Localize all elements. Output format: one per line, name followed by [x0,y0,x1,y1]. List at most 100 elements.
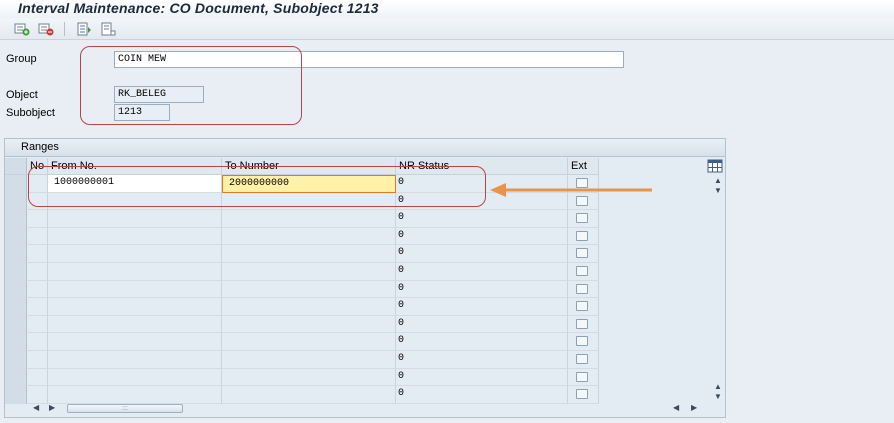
scroll-thumb[interactable]: ::: [67,404,183,413]
cell-to-number[interactable] [222,263,396,281]
cell-from-number[interactable] [48,280,222,299]
cell-from-number[interactable] [48,298,222,316]
cell-no[interactable] [27,263,48,281]
table-row: 0 [5,210,599,228]
toolbar-separator [64,22,65,36]
cell-ext [568,280,599,299]
row-selector[interactable] [5,351,27,369]
window-title: Interval Maintenance: CO Document, Subob… [18,0,379,16]
row-selector[interactable] [5,210,27,228]
table-row: 0 [5,315,599,334]
row-selector[interactable] [5,386,27,404]
row-selector[interactable] [5,245,27,263]
ext-checkbox[interactable] [576,230,588,241]
cell-from-number[interactable] [48,245,222,263]
cell-no[interactable] [27,368,48,387]
vertical-scrollbar[interactable]: ▲ ▼ ▲ ▼ [711,159,725,401]
cell-from-number[interactable] [48,368,222,387]
cell-nr-status: 0 [396,245,568,263]
cell-nr-status: 0 [396,315,568,334]
cell-from-number[interactable] [48,315,222,334]
select-all-column[interactable] [5,158,27,175]
ext-checkbox[interactable] [576,213,588,224]
insert-interval-icon[interactable] [14,22,30,36]
ext-checkbox[interactable] [576,266,588,276]
cell-ext [568,368,599,387]
scroll-page-up-icon[interactable]: ▲ [714,383,722,391]
cell-ext [568,245,599,263]
row-selector[interactable] [5,280,27,299]
ext-checkbox[interactable] [576,301,588,312]
cell-ext [568,351,599,369]
row-selector[interactable] [5,315,27,334]
column-header-ext[interactable]: Ext [568,158,599,175]
cell-nr-status: 0 [396,210,568,228]
cell-to-number[interactable] [222,227,396,246]
cell-to-number[interactable] [222,333,396,351]
scroll-up-icon[interactable]: ▲ [714,177,722,185]
cell-ext [568,263,599,281]
cell-no[interactable] [27,245,48,263]
table-row: 0 [5,280,599,299]
cell-from-number[interactable] [48,263,222,281]
scroll-right-icon[interactable]: ▶ [49,404,55,412]
cell-ext [568,333,599,351]
cell-no[interactable] [27,315,48,334]
object-label: Object [6,89,38,101]
ext-checkbox[interactable] [576,336,588,347]
cell-from-number[interactable] [48,210,222,228]
cell-to-number[interactable] [222,210,396,228]
scroll-down-icon[interactable]: ▼ [714,187,722,195]
ext-checkbox[interactable] [576,248,588,259]
cell-no[interactable] [27,298,48,316]
ranges-header: Ranges [5,139,725,157]
ext-checkbox[interactable] [576,354,588,364]
scroll-end-right-icon[interactable]: ▶ [691,404,697,412]
cell-ext [568,298,599,316]
row-selector[interactable] [5,298,27,316]
cell-no[interactable] [27,210,48,228]
cell-from-number[interactable] [48,351,222,369]
table-row: 0 [5,227,599,246]
table-row: 0 [5,298,599,316]
cell-no[interactable] [27,333,48,351]
ext-checkbox[interactable] [576,283,588,294]
status-change-icon[interactable] [76,22,92,36]
cell-nr-status: 0 [396,368,568,387]
scroll-end-left-icon[interactable]: ◀ [673,404,679,412]
row-selector[interactable] [5,368,27,387]
cell-ext [568,227,599,246]
delete-interval-icon[interactable] [38,22,54,36]
cell-no[interactable] [27,280,48,299]
ext-checkbox[interactable] [576,318,588,329]
cell-nr-status: 0 [396,263,568,281]
cell-to-number[interactable] [222,368,396,387]
row-selector[interactable] [5,227,27,246]
no-range-icon[interactable] [100,22,116,36]
cell-nr-status: 0 [396,298,568,316]
cell-to-number[interactable] [222,315,396,334]
ext-checkbox[interactable] [576,371,588,382]
cell-to-number[interactable] [222,245,396,263]
table-row: 0 [5,351,599,369]
cell-from-number[interactable] [48,333,222,351]
row-selector[interactable] [5,263,27,281]
cell-to-number[interactable] [222,298,396,316]
cell-no[interactable] [27,227,48,246]
cell-to-number[interactable] [222,351,396,369]
cell-from-number[interactable] [48,227,222,246]
group-label: Group [6,53,37,65]
application-toolbar [0,18,894,40]
row-selector[interactable] [5,333,27,351]
cell-no[interactable] [27,351,48,369]
ext-checkbox[interactable] [576,389,588,400]
row-selector[interactable] [5,192,27,211]
scroll-page-down-icon[interactable]: ▼ [714,393,722,401]
scroll-left-icon[interactable]: ◀ [33,404,39,412]
horizontal-scrollbar[interactable]: ◀ ▶ ::: ◀ ▶ [29,401,711,415]
cell-ext [568,210,599,228]
ranges-title: Ranges [21,141,59,153]
subobject-label: Subobject [6,107,55,119]
row-selector[interactable] [5,175,27,193]
cell-to-number[interactable] [222,280,396,299]
